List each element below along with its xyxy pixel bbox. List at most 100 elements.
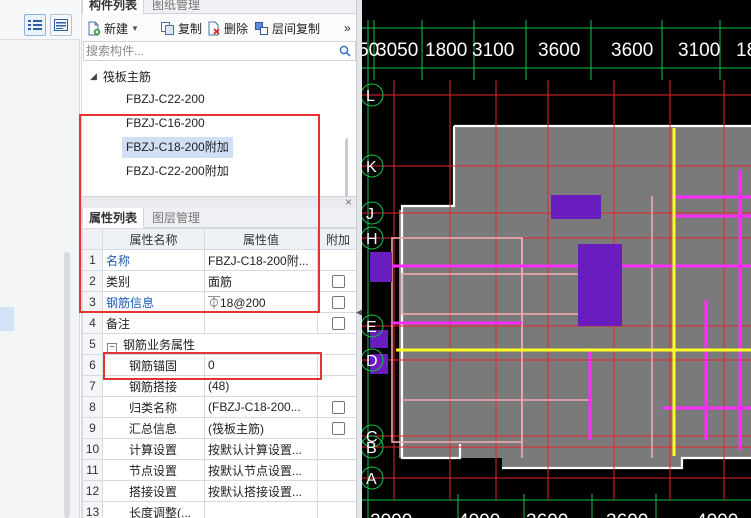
detail-view-button[interactable] xyxy=(50,14,72,36)
extra-checkbox[interactable] xyxy=(331,317,345,331)
property-name: 节点设置 xyxy=(102,459,205,481)
tab-drawing-management[interactable]: 图纸管理 xyxy=(146,0,206,14)
extra-checkbox[interactable] xyxy=(331,296,345,310)
cad-drawing-canvas[interactable]: 50 3050 1800 3100 3600 3600 3100 1800 20… xyxy=(362,0,751,518)
collapse-group-icon[interactable]: − xyxy=(107,342,117,353)
cad-drawing[interactable]: 50 3050 1800 3100 3600 3600 3100 1800 20… xyxy=(362,0,751,518)
row-index: 11 xyxy=(82,459,103,481)
component-tree: ◢ 筏板主筋 FBZJ-C22-200 FBZJ-C16-200 FBZJ-C1… xyxy=(82,62,348,196)
bottom-dim-label: 4000 xyxy=(458,511,500,518)
left-side-strip xyxy=(0,0,80,518)
column-header-name: 属性名称 xyxy=(102,228,205,250)
column-header-value: 属性值 xyxy=(204,228,318,250)
property-value[interactable]: 按默认节点设置... xyxy=(204,459,318,481)
column-block xyxy=(578,244,622,326)
tab-property-list[interactable]: 属性列表 xyxy=(82,208,145,228)
property-name: 钢筋信息 xyxy=(102,291,205,313)
property-value[interactable]: (48) xyxy=(204,375,318,397)
property-row[interactable]: 13 长度调整(... xyxy=(82,501,359,518)
copy-icon xyxy=(161,21,174,35)
tree-item-fbzj-c16-200[interactable]: FBZJ-C16-200 xyxy=(122,113,209,134)
delete-button[interactable]: 删除 xyxy=(206,19,248,37)
new-dropdown-chevron-icon[interactable]: ▼ xyxy=(131,24,139,33)
top-dim-label: 3600 xyxy=(611,40,653,61)
property-name: 钢筋搭接 xyxy=(102,375,205,397)
tree-root-label: 筏板主筋 xyxy=(102,69,151,84)
tree-item-fbzj-c22-200-extra[interactable]: FBZJ-C22-200附加 xyxy=(122,161,233,182)
component-search-box xyxy=(83,41,356,61)
property-row[interactable]: 8 归类名称 (FBZJ-C18-200... xyxy=(82,396,359,418)
tree-item-fbzj-c18-200-extra[interactable]: FBZJ-C18-200附加 xyxy=(122,137,233,158)
tree-item-fbzj-c22-200[interactable]: FBZJ-C22-200 xyxy=(122,89,209,110)
property-value[interactable]: FBZJ-C18-200附... xyxy=(204,249,318,271)
property-group-header[interactable]: − 钢筋业务属性 xyxy=(102,333,359,355)
tree-root-node[interactable]: ◢ 筏板主筋 xyxy=(90,67,151,85)
property-name: 钢筋锚固 xyxy=(102,354,205,376)
property-value[interactable] xyxy=(204,312,318,334)
extra-cell xyxy=(317,312,359,334)
property-value[interactable] xyxy=(204,501,318,518)
copy-button[interactable]: 复制 xyxy=(160,19,202,37)
left-scrollbar[interactable] xyxy=(64,252,70,518)
property-name: 汇总信息 xyxy=(102,417,205,439)
property-row[interactable]: 7 钢筋搭接 (48) xyxy=(82,375,359,397)
property-name: 归类名称 xyxy=(102,396,205,418)
extra-cell xyxy=(317,354,359,376)
new-button-label: 新建 xyxy=(104,21,129,36)
property-row[interactable]: 3 钢筋信息 ⏁18@200 xyxy=(82,291,359,313)
top-dim-label: 1800 xyxy=(736,40,751,61)
property-row[interactable]: 2 类别 面筋 xyxy=(82,270,359,292)
column-block xyxy=(370,252,392,282)
copy-button-label: 复制 xyxy=(178,21,203,36)
extra-cell xyxy=(317,459,359,481)
extra-checkbox[interactable] xyxy=(331,401,345,415)
bottom-dim-label: 4000 xyxy=(696,511,738,518)
property-row[interactable]: 10 计算设置 按默认计算设置... xyxy=(82,438,359,460)
top-dim-label: 1800 xyxy=(425,40,467,61)
new-file-icon xyxy=(88,21,101,35)
property-row[interactable]: 6 钢筋锚固 0 xyxy=(82,354,359,376)
row-index: 6 xyxy=(82,354,103,376)
extra-checkbox[interactable] xyxy=(331,422,345,436)
axis-label-e: E xyxy=(366,319,377,336)
property-row[interactable]: 12 搭接设置 按默认搭接设置... xyxy=(82,480,359,502)
property-value[interactable]: 面筋 xyxy=(204,270,318,292)
list-view-button[interactable] xyxy=(24,14,46,36)
more-tools-button[interactable]: » xyxy=(344,19,351,37)
property-value[interactable]: 按默认计算设置... xyxy=(204,438,318,460)
tab-layer-management[interactable]: 图层管理 xyxy=(146,208,206,228)
property-row[interactable]: 4 备注 xyxy=(82,312,359,334)
property-row[interactable]: 1 名称 FBZJ-C18-200附... xyxy=(82,249,359,271)
axis-label-b: B xyxy=(366,440,377,457)
property-name: 计算设置 xyxy=(102,438,205,460)
property-row[interactable]: 11 节点设置 按默认节点设置... xyxy=(82,459,359,481)
property-value[interactable]: 0 xyxy=(204,354,318,376)
property-list-panel: × 属性列表 图层管理 属性名称 属性值 附加 1 名称 FBZJ-C18-200附… xyxy=(81,195,359,518)
column-header-extra: 附加 xyxy=(317,228,359,250)
property-row[interactable]: 9 汇总信息 (筏板主筋) xyxy=(82,417,359,439)
detail-view-icon xyxy=(54,19,68,31)
tab-component-list[interactable]: 构件列表 xyxy=(82,0,145,14)
property-value[interactable]: (FBZJ-C18-200... xyxy=(204,396,318,418)
bottom-dimension-labels: 2000 4000 3600 3600 4000 xyxy=(370,511,738,518)
tree-scrollbar[interactable] xyxy=(345,138,348,196)
new-button[interactable]: 新建 ▼ xyxy=(86,19,139,37)
row-index: 8 xyxy=(82,396,103,418)
collapse-triangle-icon[interactable]: ◢ xyxy=(90,71,97,82)
floor-copy-button[interactable]: 层间复制 xyxy=(254,19,320,37)
extra-checkbox[interactable] xyxy=(331,275,345,289)
top-dimension-labels: 50 3050 1800 3100 3600 3600 3100 1800 xyxy=(362,40,751,61)
search-input[interactable] xyxy=(86,43,336,59)
row-index: 10 xyxy=(82,438,103,460)
search-icon[interactable] xyxy=(339,45,351,57)
row-index: 9 xyxy=(82,417,103,439)
property-value[interactable]: 按默认搭接设置... xyxy=(204,480,318,502)
property-value[interactable]: (筏板主筋) xyxy=(204,417,318,439)
property-row[interactable]: 5− 钢筋业务属性 xyxy=(82,333,359,355)
property-value[interactable]: ⏁18@200 xyxy=(204,291,318,313)
close-icon[interactable]: × xyxy=(345,195,352,209)
row-index: 3 xyxy=(82,291,103,313)
property-name: 搭接设置 xyxy=(102,480,205,502)
property-table-header: 属性名称 属性值 附加 xyxy=(82,228,359,250)
panel-splitter[interactable]: × xyxy=(82,195,357,209)
